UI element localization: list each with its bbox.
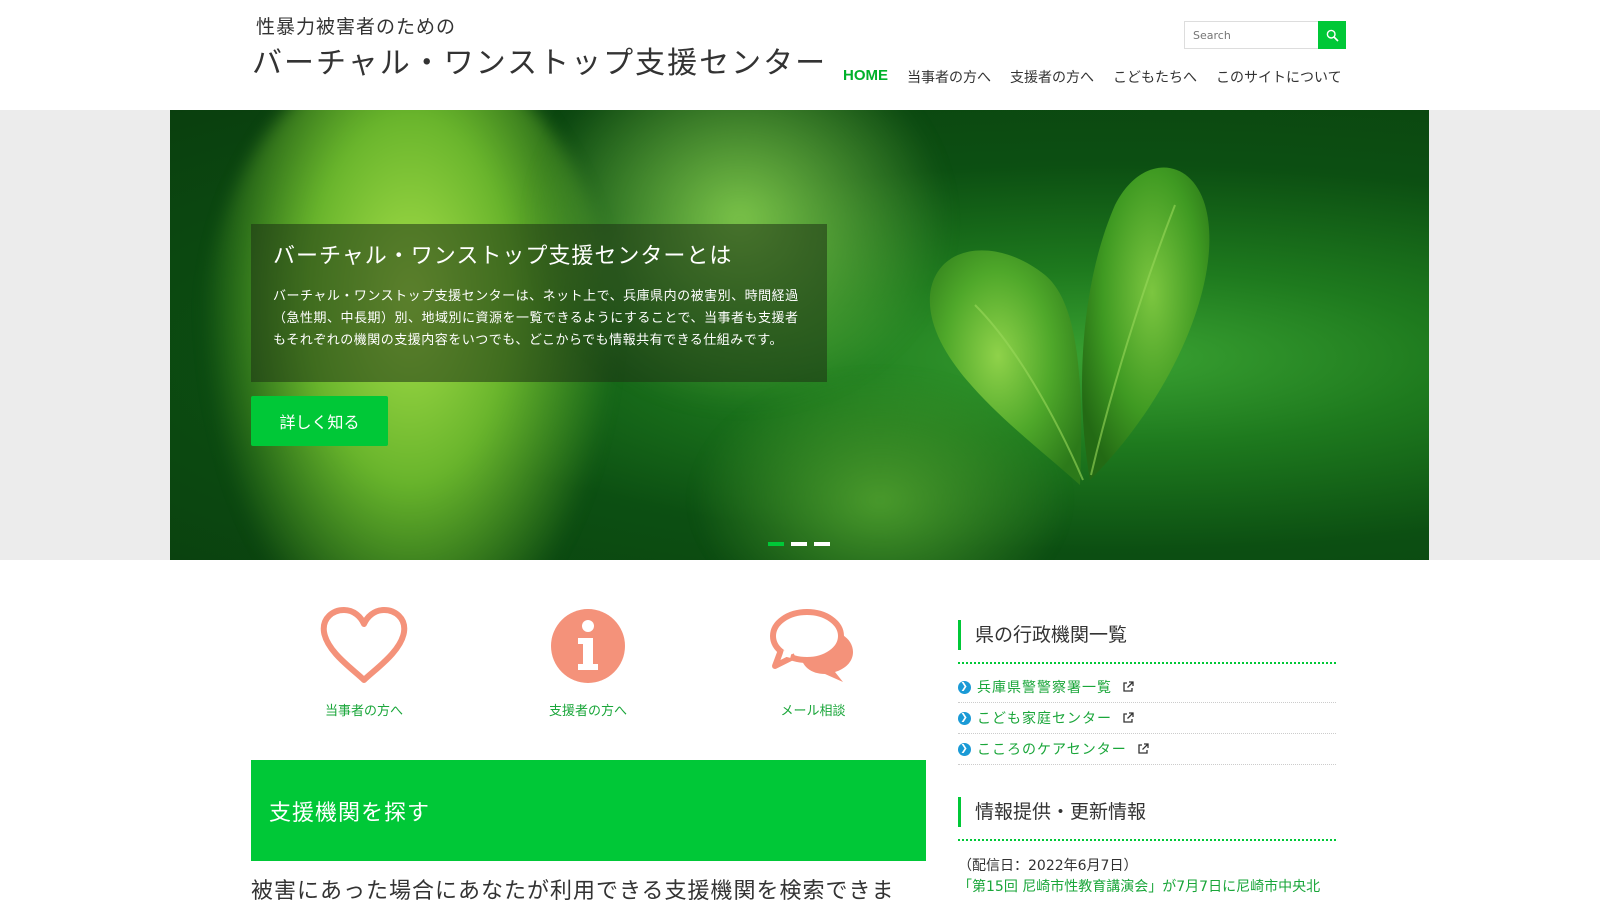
heart-leaf-image	[929, 167, 1210, 485]
chevron-right-icon: ❯	[958, 680, 971, 694]
nav-about[interactable]: このサイトについて	[1216, 67, 1342, 87]
external-link-icon	[1138, 743, 1149, 754]
slider-dot[interactable]	[814, 542, 830, 546]
find-agencies-description: 被害にあった場合にあなたが利用できる支援機関を検索できま	[251, 879, 895, 904]
victims-link-label: 当事者の方へ	[324, 704, 403, 719]
logo-subtitle[interactable]: 性暴力被害者のための	[256, 12, 456, 39]
nav-home[interactable]: HOME	[843, 67, 888, 87]
agency-link[interactable]: ❯ 兵庫県警警察署一覧	[958, 672, 1336, 703]
nav-children[interactable]: こどもたちへ	[1113, 67, 1197, 87]
slider-dot[interactable]	[791, 542, 807, 546]
agencies-widget-title: 県の行政機関一覧	[958, 620, 1336, 650]
site-header: 性暴力被害者のための バーチャル・ワンストップ支援センター HOME 当事者の方…	[0, 0, 1600, 110]
hero-description: バーチャル・ワンストップ支援センターは、ネット上で、兵庫県内の被害別、時間経過（…	[273, 289, 799, 348]
agency-link[interactable]: ❯ こころのケアセンター	[958, 734, 1336, 765]
search-button[interactable]	[1318, 21, 1346, 49]
victims-link[interactable]: 当事者の方へ	[289, 606, 439, 719]
news-widget-title: 情報提供・更新情報	[958, 797, 1336, 827]
external-link-icon	[1123, 681, 1134, 692]
supporters-link[interactable]: 支援者の方へ	[513, 606, 663, 719]
slider-dots	[768, 542, 830, 546]
heart-icon	[320, 607, 408, 683]
search-icon	[1326, 29, 1339, 42]
main-nav: HOME 当事者の方へ 支援者の方へ こどもたちへ このサイトについて	[843, 67, 1342, 87]
news-date: （配信日：2022年6月7日）	[958, 858, 1138, 874]
news-link[interactable]: 「第15回 尼崎市性教育講演会」が7月7日に尼崎市中央北	[958, 876, 1320, 896]
external-link-icon	[1123, 712, 1134, 723]
supporters-link-label: 支援者の方へ	[548, 704, 627, 719]
info-icon	[551, 609, 625, 683]
site-logo[interactable]: バーチャル・ワンストップ支援センター	[252, 38, 827, 82]
chevron-right-icon: ❯	[958, 711, 971, 725]
chat-bubbles-icon	[770, 609, 853, 682]
mail-consult-label: メール相談	[780, 704, 846, 719]
agencies-list: ❯ 兵庫県警警察署一覧 ❯ こども家庭センター ❯ こころのケアセンター	[958, 672, 1336, 765]
hero-caption: バーチャル・ワンストップ支援センターとは バーチャル・ワンストップ支援センターは…	[251, 224, 827, 382]
chevron-right-icon: ❯	[958, 742, 971, 756]
title-divider	[958, 662, 1336, 664]
learn-more-button[interactable]: 詳しく知る	[251, 396, 388, 446]
title-divider	[958, 839, 1336, 841]
agency-label: 兵庫県警警察署一覧	[977, 680, 1112, 696]
find-agencies-banner[interactable]: 支援機関を探す	[251, 760, 926, 861]
hero-title: バーチャル・ワンストップ支援センターとは	[273, 244, 733, 269]
slider-dot[interactable]	[768, 542, 784, 546]
mail-consult-link[interactable]: メール相談	[738, 606, 888, 719]
search-input[interactable]	[1185, 22, 1317, 48]
nav-supporters[interactable]: 支援者の方へ	[1010, 67, 1094, 87]
nav-victims[interactable]: 当事者の方へ	[907, 67, 991, 87]
agency-label: こころのケアセンター	[977, 742, 1127, 758]
agency-label: こども家庭センター	[977, 711, 1112, 727]
agency-link[interactable]: ❯ こども家庭センター	[958, 703, 1336, 734]
